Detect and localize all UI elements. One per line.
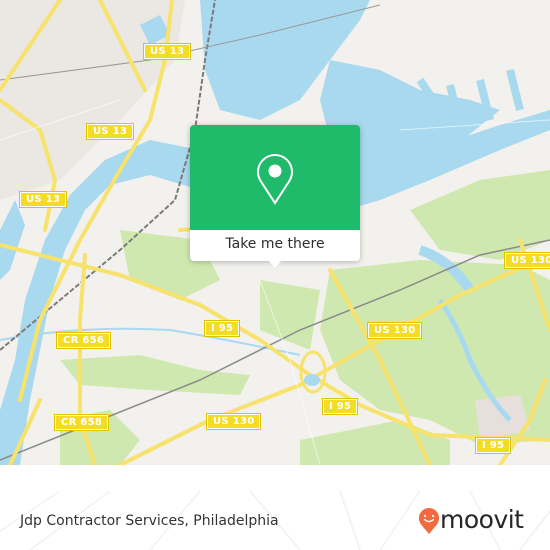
park	[260, 280, 320, 350]
park	[60, 355, 250, 395]
popup-header[interactable]	[190, 125, 360, 230]
road-shield-us13: US 13	[18, 191, 68, 208]
creek	[0, 327, 301, 356]
road-shield-cr658: CR 658	[53, 414, 110, 431]
road-shield-i95: I 95	[474, 437, 512, 454]
interchange-pond	[304, 374, 320, 386]
road-shield-us13: US 13	[85, 123, 135, 140]
map-pin-icon	[256, 153, 294, 205]
road-shield-us130: US 130	[205, 413, 262, 430]
footer: Jdp Contractor Services, Philadelphia mo…	[0, 491, 550, 550]
take-me-there-button[interactable]: Take me there	[190, 230, 360, 261]
moovit-smiley-pin-icon	[419, 508, 439, 534]
popup-pointer	[268, 260, 282, 268]
place-name: Jdp Contractor Services, Philadelphia	[20, 513, 279, 529]
road-shield-us130: US 130	[366, 322, 423, 339]
road-shield-cr656: CR 656	[55, 332, 112, 349]
road-shield-i95: I 95	[203, 320, 241, 337]
take-me-there-popup[interactable]: Take me there	[190, 125, 360, 268]
brand-name: moovit	[440, 505, 524, 534]
road-shield-i95: I 95	[321, 398, 359, 415]
river-west	[0, 200, 25, 280]
road-shield-us13: US 13	[142, 43, 192, 60]
park	[410, 170, 550, 260]
road-shield-us130: US 130	[503, 252, 550, 269]
